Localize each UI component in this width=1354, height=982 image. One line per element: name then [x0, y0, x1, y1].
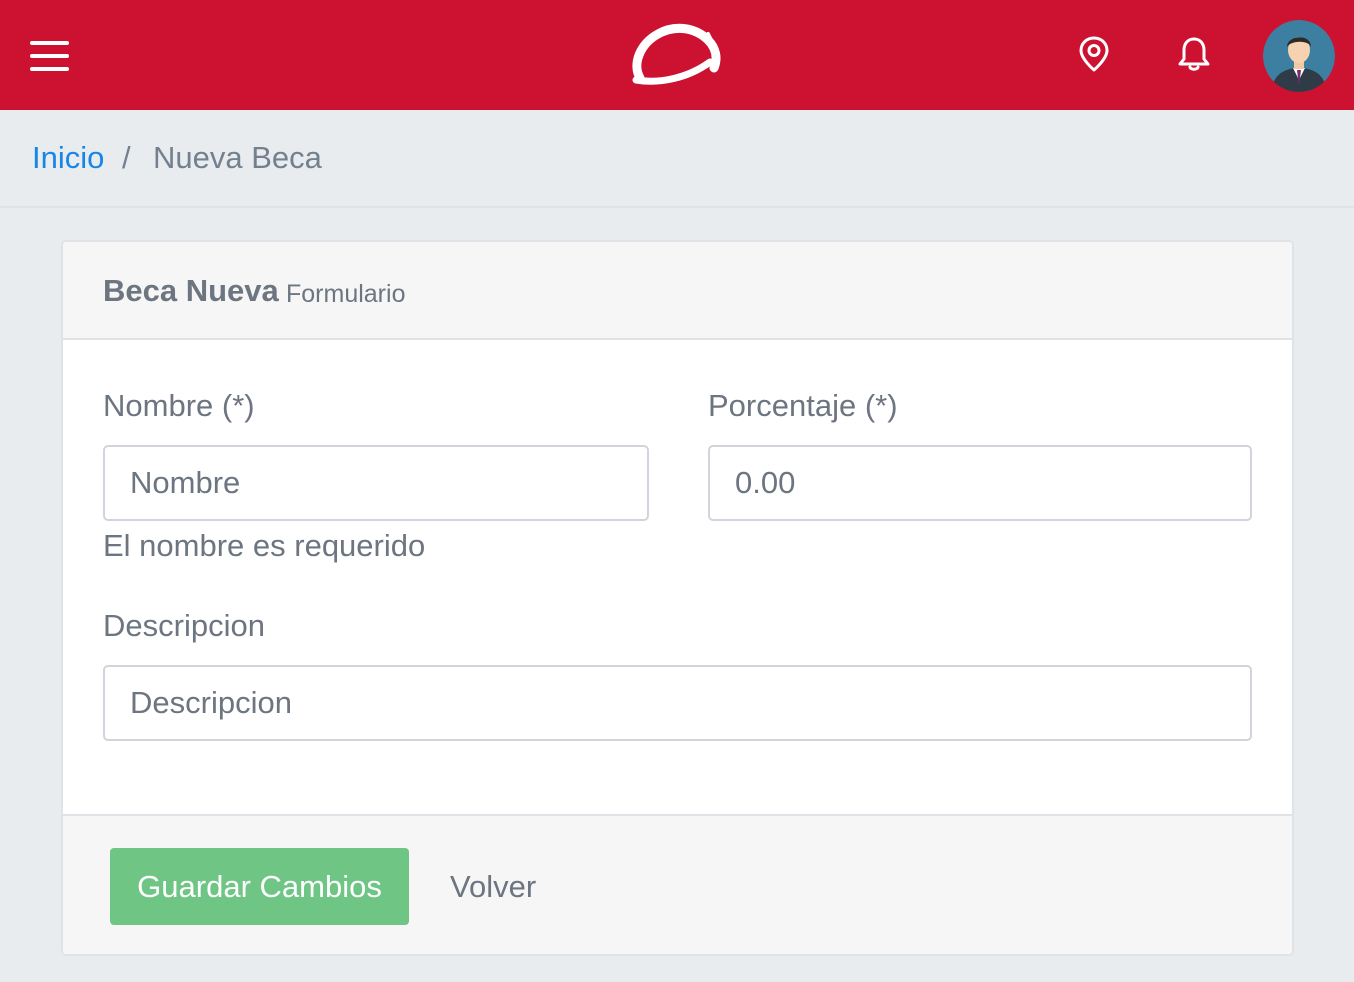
descripcion-label: Descripcion [103, 608, 265, 643]
map-pin-icon[interactable] [1074, 34, 1114, 74]
hamburger-menu-icon[interactable] [30, 40, 70, 72]
nombre-input[interactable] [103, 445, 649, 521]
brand-logo[interactable] [630, 20, 722, 86]
back-link[interactable]: Volver [450, 869, 536, 905]
breadcrumb: Inicio / Nueva Beca [0, 110, 1354, 208]
nombre-label: Nombre (*) [103, 388, 255, 423]
scholarship-form-card: Beca Nueva Formulario Nombre (*) El nomb… [61, 240, 1294, 956]
card-header: Beca Nueva Formulario [63, 242, 1292, 340]
nombre-error-text: El nombre es requerido [103, 528, 426, 563]
card-subtitle: Formulario [286, 280, 406, 308]
porcentaje-label: Porcentaje (*) [708, 388, 898, 423]
breadcrumb-separator: / [122, 140, 131, 175]
card-footer: Guardar Cambios Volver [63, 814, 1292, 954]
top-navbar [0, 0, 1354, 110]
user-avatar[interactable] [1263, 20, 1335, 92]
breadcrumb-current: Nueva Beca [153, 140, 322, 175]
breadcrumb-home-link[interactable]: Inicio [32, 140, 104, 176]
porcentaje-input[interactable] [708, 445, 1252, 521]
bell-icon[interactable] [1174, 34, 1214, 74]
save-button[interactable]: Guardar Cambios [110, 848, 409, 925]
descripcion-input[interactable] [103, 665, 1252, 741]
card-title: Beca Nueva [103, 273, 279, 308]
